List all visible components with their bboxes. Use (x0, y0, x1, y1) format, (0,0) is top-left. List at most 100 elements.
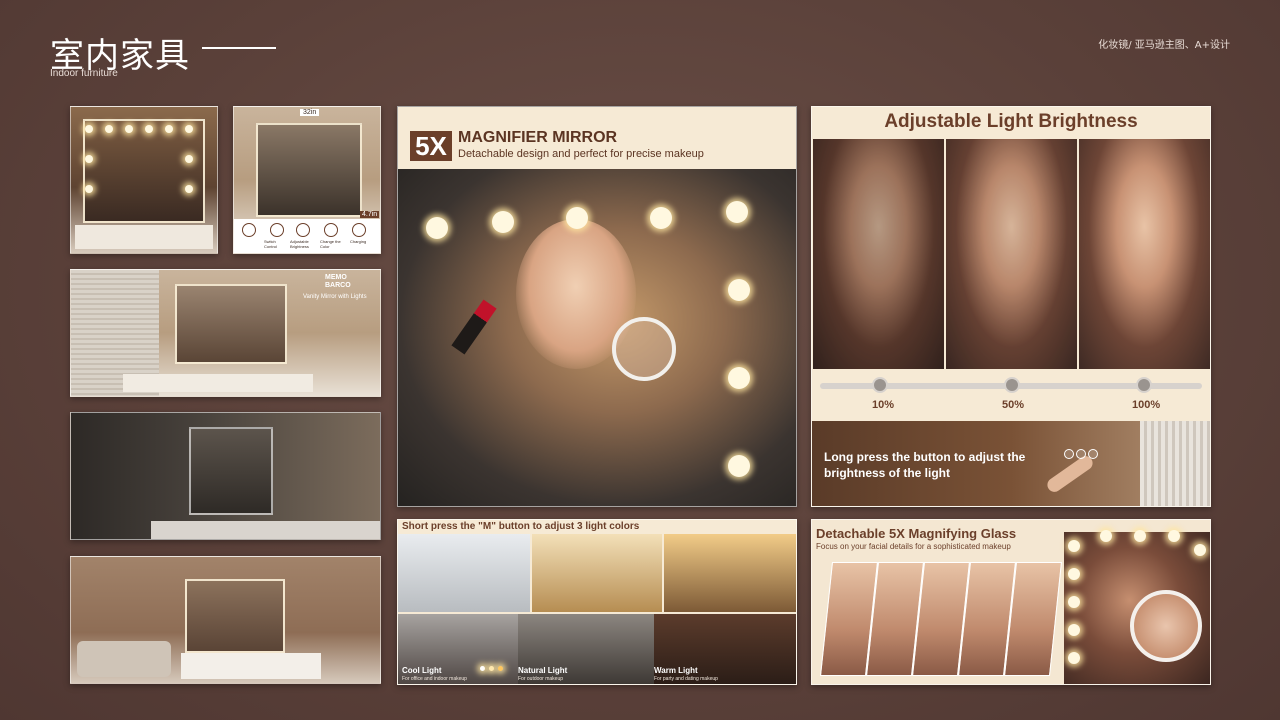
light-bulb-icon (728, 455, 750, 477)
thumbnail-caption: Vanity Mirror with Lights (303, 294, 367, 300)
button-icon (1064, 449, 1074, 459)
light-bulb-icon (728, 367, 750, 389)
vanity-table (75, 225, 213, 249)
button-icon (1088, 449, 1098, 459)
light-bulb-icon (489, 666, 494, 671)
mirror-photo (1064, 530, 1210, 684)
mirror-illustration (189, 427, 273, 515)
face-dim (813, 139, 944, 369)
light-bulb-icon (728, 279, 750, 301)
light-bulb-icon (1068, 624, 1080, 636)
thumbnail-bedroom-mirror[interactable] (70, 106, 218, 254)
icon-label-brightness: Adjustable Brightness (290, 239, 309, 249)
lipstick (451, 299, 497, 355)
feature-icons: Switch Control Adjustable Brightness Cha… (234, 219, 380, 253)
vanity-table (123, 374, 313, 392)
magnifier-title: MAGNIFIER MIRROR (458, 129, 618, 146)
light-bulb-icon (185, 155, 193, 163)
title-divider (202, 47, 276, 49)
cool-light-mirror (398, 534, 530, 612)
light-bulb-icon (426, 217, 448, 239)
light-colors-header: Short press the "M" button to adjust 3 l… (398, 520, 796, 534)
level-100-label: 100% (1132, 399, 1161, 411)
light-bulb-icon (492, 211, 514, 233)
brightness-title: Adjustable Light Brightness (812, 107, 1210, 137)
light-bulb-icon (145, 125, 153, 133)
light-bulb-icon (1134, 530, 1146, 542)
light-bulb-icon (125, 125, 133, 133)
round-magnifier (1130, 590, 1202, 662)
warm-light-mirror (664, 534, 796, 612)
magnifier-subtitle: Detachable design and perfect for precis… (458, 148, 704, 160)
warm-light-tile: Warm Light For party and dating makeup (654, 614, 796, 684)
warm-light-label: Warm Light (654, 666, 698, 675)
light-bulb-icon (650, 207, 672, 229)
light-bulb-icon (1068, 596, 1080, 608)
face-bright (1079, 139, 1210, 369)
light-bulb-icon (726, 201, 748, 223)
light-bulb-icon (85, 125, 93, 133)
light-bulb-icon (1100, 530, 1112, 542)
press-demo: Long press the button to adjust the brig… (812, 421, 1210, 506)
hand-touch (1044, 453, 1096, 495)
thumbnail-living-room[interactable] (70, 556, 381, 684)
level-50-label: 50% (1002, 399, 1025, 411)
magnifier-header: 5X MAGNIFIER MIRROR Detachable design an… (398, 107, 796, 169)
light-bulb-icon (1168, 530, 1180, 542)
brand-line-1: MEMO (325, 274, 347, 281)
sink-counter (151, 521, 380, 539)
natural-light-desc: For outdoor makeup (518, 676, 564, 682)
thumbnail-vanity-scene[interactable]: MEMO BARCO Vanity Mirror with Lights (70, 269, 381, 397)
light-bulb-icon (566, 207, 588, 229)
light-bulb-icon (1194, 544, 1206, 556)
light-bulb-icon (1068, 652, 1080, 664)
magnifying-glass-card[interactable]: Detachable 5X Magnifying Glass Focus on … (811, 519, 1211, 685)
sofa (77, 641, 171, 677)
light-bulb-icon (185, 125, 193, 133)
category-label: 化妆镜/ 亚马逊主图、A+设计 (1098, 40, 1230, 51)
glass-subtitle: Focus on your facial details for a sophi… (816, 542, 1011, 551)
press-instruction: Long press the button to adjust the brig… (824, 450, 1026, 480)
size-top-label: 32in (300, 109, 320, 116)
icon-label-charging: Charging (350, 239, 367, 244)
brand-line-2: BARCO (325, 282, 351, 289)
vanity-table (181, 653, 321, 679)
thumbnail-bathroom-mirror[interactable] (70, 412, 381, 540)
switch-icon (242, 223, 256, 237)
icon-label-switch: Switch Control (264, 239, 277, 249)
light-bulb-icon (85, 155, 93, 163)
glass-title: Detachable 5X Magnifying Glass (816, 526, 1017, 541)
brightness-icon (296, 223, 310, 237)
mirror-illustration (175, 284, 287, 364)
mirror-illustration (185, 579, 285, 653)
face-medium (946, 139, 1077, 369)
thumbnail-dimensions[interactable]: 32in 4.7in Switch Control Adjustable Bri… (233, 106, 381, 254)
knob-10 (872, 377, 888, 393)
power-icon (270, 223, 284, 237)
magnifier-glass (612, 317, 676, 381)
light-bulb-icon (165, 125, 173, 133)
natural-light-mirror (532, 534, 662, 612)
magnifier-mirror-card[interactable]: 5X MAGNIFIER MIRROR Detachable design an… (397, 106, 797, 507)
mirror-illustration (256, 123, 362, 217)
light-bulb-icon (498, 666, 503, 671)
natural-light-tile: Natural Light For outdoor makeup (518, 614, 654, 684)
model-photo (398, 169, 796, 506)
cool-light-tile: Cool Light For office and indoor makeup (398, 614, 518, 684)
brand-logo: MEMO BARCO (325, 274, 351, 290)
light-bulb-icon (1068, 568, 1080, 580)
color-icon (324, 223, 338, 237)
light-bulb-icon (185, 185, 193, 193)
natural-light-label: Natural Light (518, 666, 568, 675)
knob-50 (1004, 377, 1020, 393)
window-curtain (1140, 421, 1210, 506)
size-side-label: 4.7in (360, 211, 380, 218)
warm-light-desc: For party and dating makeup (654, 676, 718, 682)
light-bulb-icon (480, 666, 485, 671)
cool-light-desc: For office and indoor makeup (402, 676, 467, 682)
light-colors-card[interactable]: Short press the "M" button to adjust 3 l… (397, 519, 797, 685)
brightness-slider: 10% 50% 100% (812, 369, 1210, 421)
light-bulb-icon (1068, 540, 1080, 552)
button-icon (1076, 449, 1086, 459)
brightness-card[interactable]: Adjustable Light Brightness 10% 50% 100%… (811, 106, 1211, 507)
